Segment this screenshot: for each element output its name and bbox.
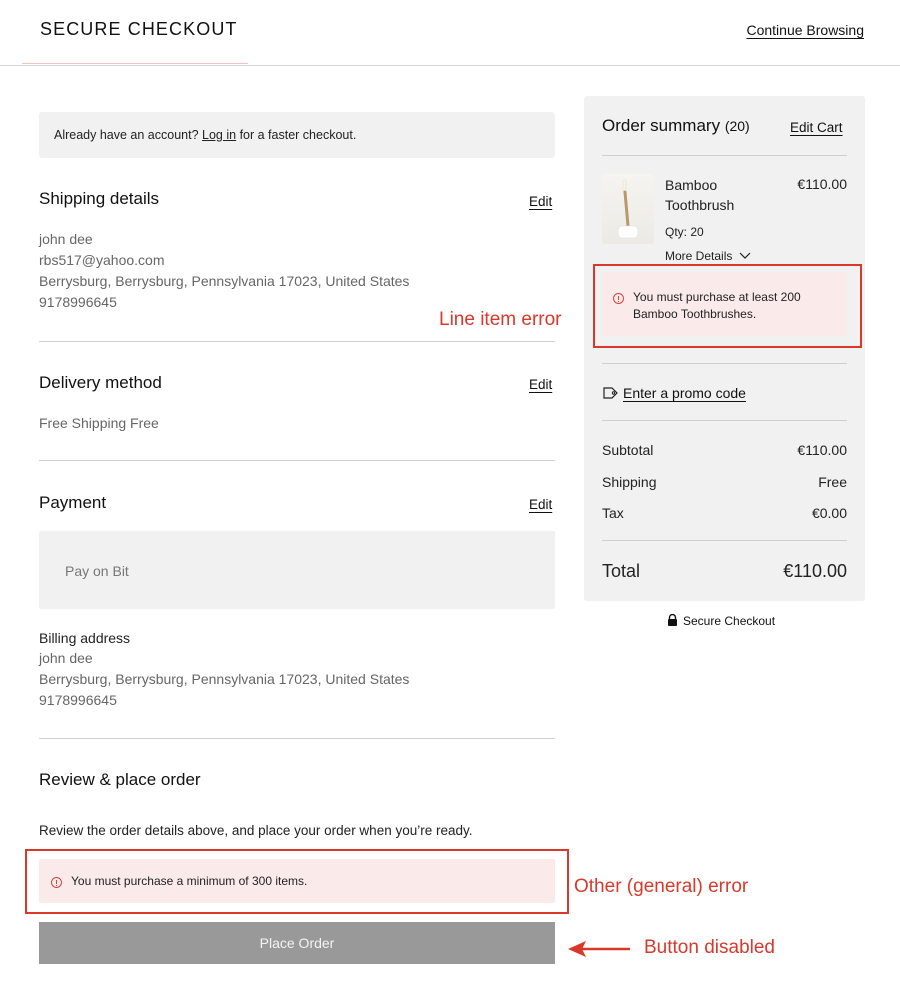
general-error-annotation-box <box>25 849 569 914</box>
summary-divider <box>602 363 847 364</box>
billing-name: john dee <box>39 650 93 666</box>
product-thumbnail[interactable] <box>602 174 654 244</box>
delivery-edit-link[interactable]: Edit <box>529 377 552 392</box>
product-name[interactable]: Bamboo Toothbrush <box>665 175 734 215</box>
product-quantity: Qty: 20 <box>665 225 704 239</box>
shipping-name: john dee <box>39 231 93 247</box>
summary-divider <box>602 420 847 421</box>
shipping-info: john dee rbs517@yahoo.com Berrysburg, Be… <box>39 229 409 313</box>
tag-icon <box>603 387 618 399</box>
payment-title: Payment <box>39 493 107 512</box>
promo-code-link: Enter a promo code <box>623 385 746 401</box>
billing-address: Berrysburg, Berrysburg, Pennsylvania 170… <box>39 671 410 687</box>
shipping-label: Shipping <box>602 474 657 490</box>
order-item-count: (20) <box>724 118 750 134</box>
promo-code-toggle[interactable]: Enter a promo code <box>602 385 746 401</box>
header-accent-line <box>22 63 248 64</box>
product-name-line2: Toothbrush <box>665 197 735 213</box>
login-link[interactable]: Log in <box>202 128 236 142</box>
payment-method-label: Pay on Bit <box>65 563 129 579</box>
general-error-annotation: Other (general) error <box>574 876 749 897</box>
billing-info: john dee Berrysburg, Berrysburg, Pennsyl… <box>39 648 409 711</box>
billing-phone: 9178996645 <box>39 692 117 708</box>
shipping-edit-link[interactable]: Edit <box>529 194 552 209</box>
section-divider <box>39 460 555 461</box>
shipping-phone: 9178996645 <box>39 294 117 310</box>
more-details-toggle[interactable]: More Details <box>665 249 751 263</box>
login-banner: Already have an account? Log in for a fa… <box>39 112 555 158</box>
secure-checkout-badge: Secure Checkout <box>667 613 776 628</box>
line-item-error-annotation: Line item error <box>439 309 562 330</box>
total-value: €110.00 <box>783 561 847 581</box>
product-price: €110.00 <box>797 176 847 192</box>
total-label: Total <box>602 561 641 581</box>
review-title: Review & place order <box>39 770 201 789</box>
billing-address-label: Billing address <box>39 630 131 646</box>
order-summary-panel: Order summary (20) Edit Cart Bamboo Toot… <box>584 96 865 601</box>
subtotal-row: Subtotal €110.00 <box>602 442 847 458</box>
section-divider <box>39 341 555 342</box>
line-item-error-annotation-box <box>593 264 862 348</box>
subtotal-value: €110.00 <box>797 442 847 458</box>
order-summary-heading: Order summary <box>602 116 721 135</box>
more-details-label: More Details <box>665 249 733 263</box>
continue-browsing-link[interactable]: Continue Browsing <box>746 22 864 38</box>
shipping-address: Berrysburg, Berrysburg, Pennsylvania 170… <box>39 273 410 289</box>
arrow-left-icon <box>568 941 630 957</box>
lock-icon <box>668 613 677 626</box>
shipping-value: Free <box>818 474 847 490</box>
order-summary-title: Order summary (20) <box>602 116 750 136</box>
tax-row: Tax €0.00 <box>602 505 847 521</box>
subtotal-label: Subtotal <box>602 442 654 458</box>
review-instructions: Review the order details above, and plac… <box>39 823 473 838</box>
payment-edit-link[interactable]: Edit <box>529 497 552 512</box>
toothbrush-image-icon <box>617 179 639 239</box>
place-order-button[interactable]: Place Order <box>39 922 555 964</box>
login-banner-prefix: Already have an account? <box>54 128 203 142</box>
summary-divider <box>602 540 847 541</box>
section-divider <box>39 738 555 739</box>
total-row: Total €110.00 <box>602 561 847 582</box>
tax-value: €0.00 <box>811 505 847 521</box>
summary-divider <box>602 155 847 156</box>
header-divider <box>0 65 900 66</box>
secure-checkout-label: Secure Checkout <box>683 614 776 628</box>
chevron-down-icon <box>739 252 751 259</box>
delivery-method-title: Delivery method <box>39 373 162 392</box>
page-title: SECURE CHECKOUT <box>40 19 238 39</box>
edit-cart-link[interactable]: Edit Cart <box>790 120 843 135</box>
login-banner-suffix: for a faster checkout. <box>236 128 357 142</box>
tax-label: Tax <box>602 505 624 521</box>
delivery-method-value: Free Shipping Free <box>39 415 159 431</box>
payment-method-box: Pay on Bit <box>39 531 555 609</box>
shipping-details-title: Shipping details <box>39 189 160 208</box>
button-disabled-annotation: Button disabled <box>644 937 775 958</box>
shipping-email: rbs517@yahoo.com <box>39 252 165 268</box>
product-name-line1: Bamboo <box>665 177 718 193</box>
shipping-row: Shipping Free <box>602 474 847 490</box>
